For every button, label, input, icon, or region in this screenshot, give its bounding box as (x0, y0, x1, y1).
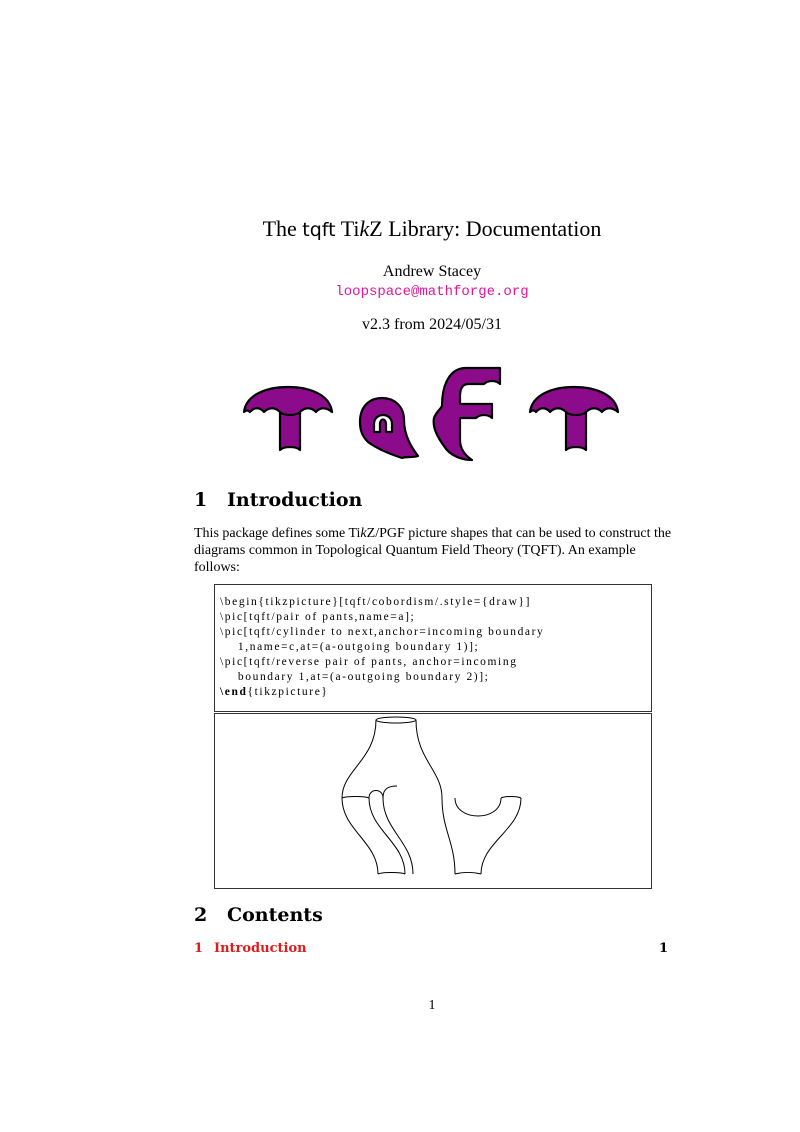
cobordism-diagram (341, 716, 522, 875)
title-rest: Library: Documentation (388, 216, 602, 241)
code-line: \pic[tqft/reverse pair of pants, anchor=… (220, 656, 518, 668)
pants-crotch (368, 785, 398, 799)
cylinder-left (341, 797, 379, 875)
rpants-left-outer (441, 797, 456, 875)
code-listing: \begin{tikzpicture}[tqft/cobordism/.styl… (214, 584, 652, 712)
toc-entry-introduction[interactable]: 1 Introduction 1 (194, 941, 668, 956)
pants-left-outer (341, 719, 377, 799)
code-line: boundary 1,at=(a-outgoing boundary 2)]; (220, 671, 490, 683)
tqft-logo (242, 366, 620, 462)
pants-right-outer (415, 719, 443, 799)
section-number: 2 (194, 904, 208, 926)
example-output (214, 713, 652, 889)
title-prefix: The (262, 216, 297, 241)
intro-paragraph: This package defines some TikZ/PGF pictu… (194, 526, 672, 575)
code-line: \begin{tikzpicture}[tqft/cobordism/.styl… (220, 596, 532, 608)
section-title: Contents (227, 904, 323, 926)
top-boundary (375, 716, 417, 724)
rpants-right-outer (480, 797, 522, 875)
version-date: v2.3 from 2024/05/31 (362, 316, 502, 333)
code-text: \begin{tikzpicture}[tqft/cobordism/.styl… (215, 585, 651, 700)
title-tikz: TikZ (340, 216, 383, 241)
cylinder-right (368, 797, 406, 875)
rpants-inner (454, 797, 502, 817)
title-sf: tqft (302, 219, 336, 241)
page-title: The tqft TikZ Library: Documentation (0, 216, 800, 242)
section-heading-2: 2 Contents (194, 904, 323, 926)
code-line: \pic[tqft/pair of pants,name=a]; (220, 611, 416, 623)
cylinder-bottom (377, 872, 406, 875)
author: Andrew Stacey (382, 263, 482, 280)
rpants-in-2 (500, 796, 522, 799)
email-link[interactable]: loopspace@mathforge.org (0, 284, 800, 300)
section-heading-1: 1 Introduction (194, 489, 362, 511)
section-title: Introduction (227, 489, 363, 511)
logo-letter-t1 (242, 385, 334, 452)
toc-number[interactable]: 1 (194, 941, 214, 956)
rpants-bottom (454, 872, 482, 875)
toc-page: 1 (658, 941, 668, 956)
section-number: 1 (194, 489, 208, 511)
logo-letter-q (358, 396, 420, 460)
boundary-1 (341, 796, 370, 799)
logo-letter-f (432, 366, 502, 462)
logo-letter-t2 (528, 385, 620, 452)
code-line: \end{tikzpicture} (220, 686, 329, 698)
code-line: 1,name=c,at=(a-outgoing boundary 1)]; (220, 641, 480, 653)
toc-label[interactable]: Introduction (214, 941, 307, 956)
code-line: \pic[tqft/cylinder to next,anchor=incomi… (220, 626, 545, 638)
page-number: 1 (428, 998, 436, 1013)
